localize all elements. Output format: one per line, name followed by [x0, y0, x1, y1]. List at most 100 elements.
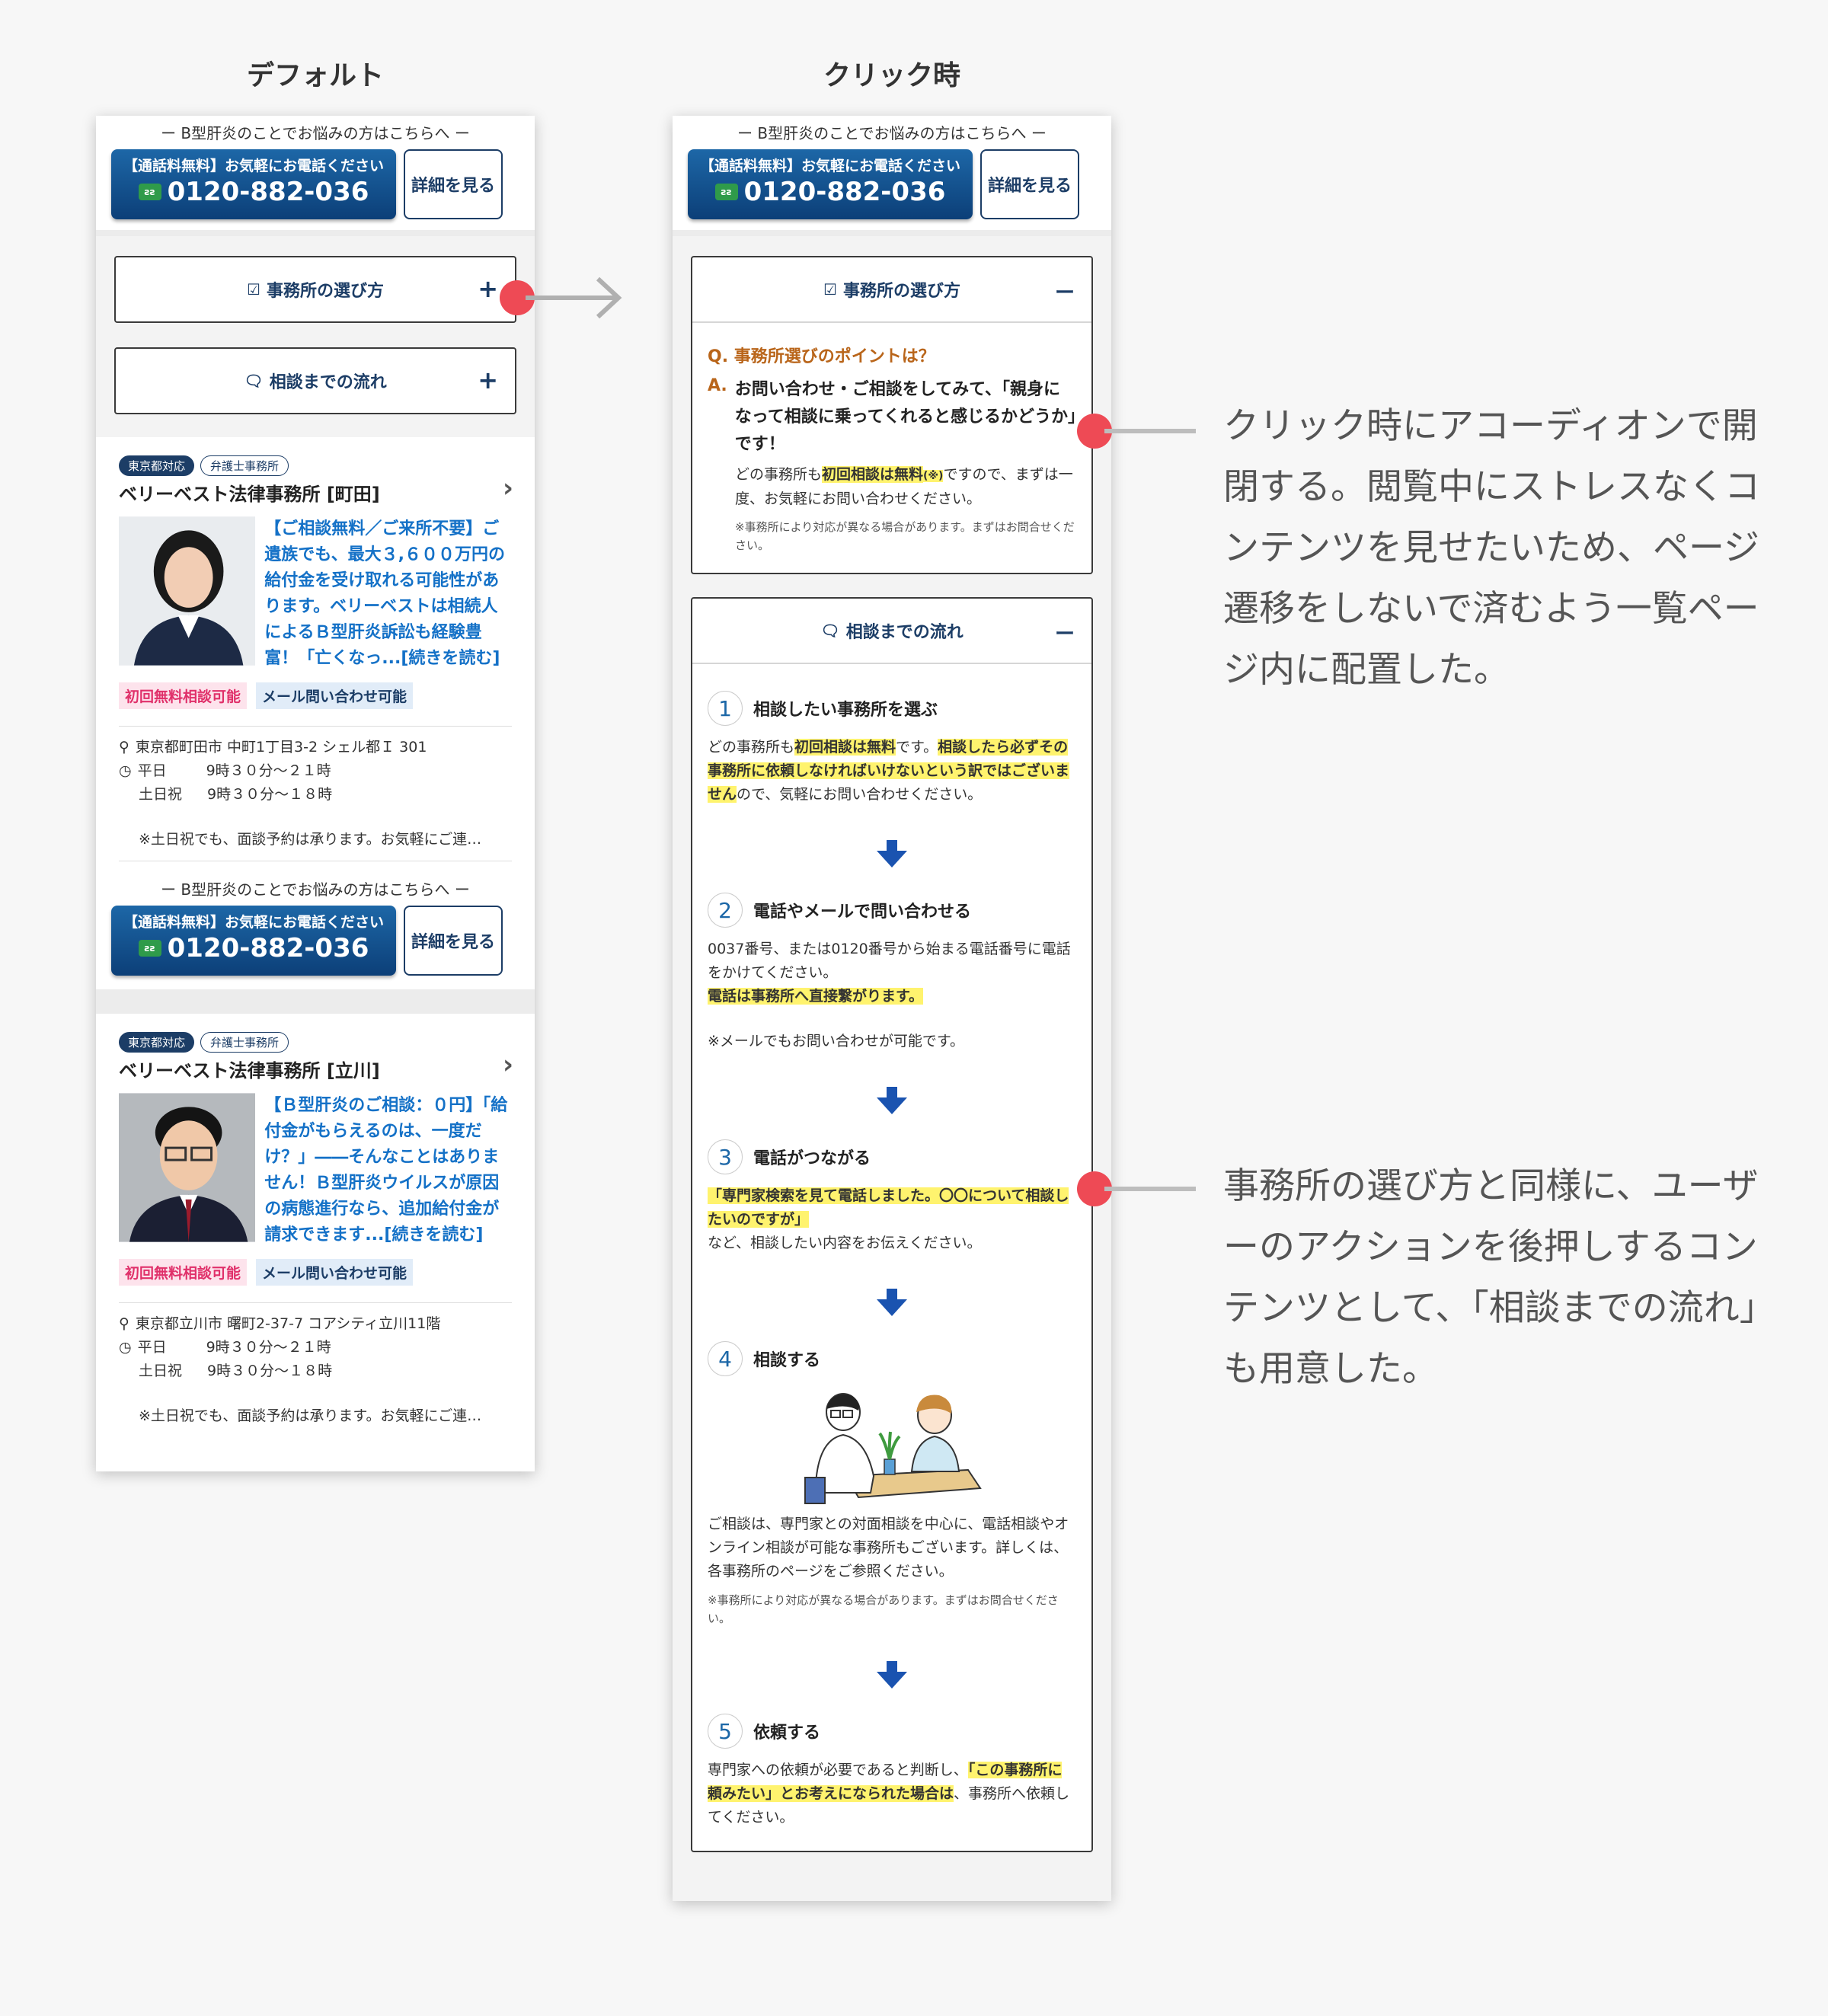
phone-number: 0120-882-036 — [167, 933, 369, 963]
hours-label: 平日 — [137, 762, 167, 779]
step-title: 相談する — [753, 1351, 821, 1370]
call-button[interactable]: 【通話料無料】お気軽にお電話ください ƨƨ 0120-882-036 — [688, 149, 973, 219]
phone-clicked: ー B型肝炎のことでお悩みの方はこちらへ ー 【通話料無料】お気軽にお電話くださ… — [673, 116, 1111, 1901]
tel-caption: ー B型肝炎のことでお悩みの方はこちらへ ー — [161, 880, 470, 899]
step-number: 1 — [708, 691, 743, 726]
step-note: ※メールでもお問い合わせが可能です。 — [708, 1033, 965, 1050]
a-label: A. — [708, 376, 727, 395]
hours-note: ※土日祝でも、面談予約は承ります。お気軽にご連… — [139, 831, 482, 848]
lawyer-photo — [119, 516, 256, 666]
step-4: 4 相談する ご相談は、専門家との対面相談を中心に、電話相談やオンライン相談が可… — [708, 1339, 1076, 1628]
free-call-label: 【通話料無料】お気軽にお電話ください — [699, 158, 960, 174]
note-mark: (※) — [923, 470, 944, 482]
accordion-title: 事務所の選び方 — [842, 282, 960, 301]
chat-icon: 🗨 — [244, 372, 264, 390]
hours-value: 9時３０分～２１時 — [206, 762, 331, 779]
q-label: Q. — [708, 347, 729, 366]
checkbox-icon: ☑ — [823, 280, 837, 299]
accordion-title: 相談までの流れ — [269, 373, 387, 392]
tag-mail: メール問い合わせ可能 — [256, 1259, 414, 1286]
office-name[interactable]: ベリーベスト法律事務所 [立川] — [119, 1060, 380, 1081]
hours-label: 土日祝 — [139, 786, 183, 803]
accordion-area: ☑ 事務所の選び方ー Q. 事務所選びのポイントは？ A. お問い合わせ・ご相談をし… — [673, 236, 1111, 1901]
minus-icon[interactable]: ー — [1055, 277, 1075, 305]
office-name[interactable]: ベリーベスト法律事務所 [町田] — [119, 484, 380, 505]
hours-value: 9時３０分～１８時 — [207, 1363, 333, 1379]
highlight-text: 初回相談は無料 — [822, 466, 924, 483]
accordion-choose[interactable]: ☑ 事務所の選び方 + — [114, 256, 516, 323]
phone-default: ー B型肝炎のことでお悩みの方はこちらへ ー 【通話料無料】お気軽にお電話くださ… — [96, 116, 535, 1471]
default-state-title: デフォルト — [246, 60, 384, 91]
step-number: 3 — [708, 1139, 743, 1174]
pin-icon: ⚲ — [119, 1315, 129, 1332]
chevron-right-icon[interactable]: › — [503, 1050, 513, 1080]
freedial-icon: ƨƨ — [714, 184, 738, 200]
step-text: 専門家への依頼が必要であると判断し、 — [708, 1762, 968, 1778]
hours-note: ※土日祝でも、面談予約は承ります。お気軽にご連… — [139, 1407, 482, 1424]
annotation-line — [1104, 1187, 1196, 1191]
type-badge: 弁護士事務所 — [200, 1032, 289, 1053]
down-arrow-icon — [877, 1289, 907, 1316]
tel-caption: ー B型肝炎のことでお悩みの方はこちらへ ー — [737, 124, 1047, 142]
answer-text: どの事務所も — [735, 466, 823, 483]
region-badge: 東京都対応 — [119, 455, 195, 476]
step-text: ご相談は、専門家との対面相談を中心に、電話相談やオンライン相談が可能な事務所もご… — [708, 1516, 1069, 1580]
step-title: 相談したい事務所を選ぶ — [753, 701, 938, 720]
detail-button[interactable]: 詳細を見る — [404, 906, 503, 976]
office-catchcopy[interactable]: 【Ｂ型肝炎のご相談：０円】「給付金がもらえるのは、一度だけ？」――そんなことはあ… — [264, 1093, 512, 1248]
down-arrow-icon — [877, 840, 907, 867]
tel-caption: ー B型肝炎のことでお悩みの方はこちらへ ー — [161, 124, 470, 142]
freedial-icon: ƨƨ — [138, 940, 161, 957]
step-text: です。 — [896, 739, 938, 756]
accordion-flow[interactable]: 🗨 相談までの流れ ー 1 相談したい事務所を選ぶ どの事務所も初回相談は無料です。相… — [691, 597, 1093, 1852]
step-number: 5 — [708, 1714, 743, 1749]
hours-label: 平日 — [137, 1339, 167, 1356]
highlight-text: 初回相談は無料 — [794, 739, 896, 756]
annotation-line — [1104, 429, 1196, 433]
accordion-area: ☑ 事務所の選び方 + 🗨 相談までの流れ + — [96, 236, 535, 437]
highlight-text: 電話は事務所へ直接繋がります。 — [708, 988, 924, 1005]
step-note: ※事務所により対応が異なる場合があります。まずはお問合せください。 — [708, 1593, 1059, 1625]
accordion-choose[interactable]: ☑ 事務所の選び方 ー Q. 事務所選びのポイントは？ A. お問い合わせ・ご相談をし… — [691, 256, 1093, 574]
call-button[interactable]: 【通話料無料】お気軽にお電話ください ƨƨ 0120-882-036 — [111, 906, 396, 976]
phone-number: 0120-882-036 — [743, 177, 946, 207]
phone-number: 0120-882-036 — [167, 177, 369, 207]
detail-button[interactable]: 詳細を見る — [980, 149, 1079, 219]
step-text: どの事務所も — [708, 739, 795, 756]
step-title: 電話やメールで問い合わせる — [753, 903, 972, 922]
step-3: 3 電話がつながる 「専門家検索を見て電話しました。〇〇について相談したいのですが… — [708, 1137, 1076, 1255]
step-1: 1 相談したい事務所を選ぶ どの事務所も初回相談は無料です。相談したら必ずその事務… — [708, 689, 1076, 807]
tel-banner: ー B型肝炎のことでお悩みの方はこちらへ ー 【通話料無料】お気軽にお電話くださ… — [673, 116, 1111, 236]
step-text: 0037番号、または0120番号から始まる電話番号に電話をかけてください。 — [708, 941, 1071, 981]
accordion-title: 相談までの流れ — [845, 623, 964, 642]
annotation-text: 事務所の選び方と同様に、ユーザーのアクションを後押しするコンテンツとして、「相談… — [1223, 1165, 1759, 1390]
question: 事務所選びのポイントは？ — [733, 347, 935, 366]
region-badge: 東京都対応 — [119, 1032, 195, 1053]
office-card[interactable]: 東京都対応 弁護士事務所 ベリーベスト法律事務所 [立川] › 【Ｂ型肝炎のご相談：… — [96, 1014, 535, 1428]
plus-icon[interactable]: + — [478, 366, 498, 395]
office-catchcopy[interactable]: 【ご相談無料／ご来所不要】ご遺族でも、最大３,６００万円の給付金を受け取れる可能… — [264, 516, 512, 672]
office-address: 東京都町田市 中町1丁目3-2 シェル都Ｉ 301 — [135, 739, 427, 756]
clicked-state-title: クリック時 — [823, 60, 960, 91]
detail-button[interactable]: 詳細を見る — [404, 149, 503, 219]
down-arrow-icon — [877, 1661, 907, 1689]
step-2: 2 電話やメールで問い合わせる 0037番号、または0120番号から始まる電話番号… — [708, 890, 1076, 1053]
free-call-label: 【通話料無料】お気軽にお電話ください — [123, 914, 384, 931]
plus-icon[interactable]: + — [478, 274, 498, 303]
highlight-text: 「専門家検索を見て電話しました。〇〇について相談したいのですが」 — [708, 1187, 1069, 1228]
accordion-flow[interactable]: 🗨 相談までの流れ + — [114, 347, 516, 414]
hours-label: 土日祝 — [139, 1363, 183, 1379]
office-card[interactable]: 東京都対応 弁護士事務所 ベリーベスト法律事務所 [町田] › 【ご相談無料／ご来所… — [96, 437, 535, 869]
hours-value: 9時３０分～２１時 — [206, 1339, 331, 1356]
call-button[interactable]: 【通話料無料】お気軽にお電話ください ƨƨ 0120-882-036 — [111, 149, 396, 219]
chat-icon: 🗨 — [820, 621, 840, 640]
clock-icon: ◷ — [119, 1339, 132, 1356]
step-text: など、相談したい内容をお伝えください。 — [708, 1235, 982, 1251]
down-arrow-icon — [877, 1087, 907, 1114]
qa-note: ※事務所により対応が異なる場合があります。まずはお問合せください。 — [735, 520, 1075, 552]
chevron-right-icon[interactable]: › — [503, 473, 513, 503]
tag-mail: メール問い合わせ可能 — [256, 682, 414, 709]
tag-free-consult: 初回無料相談可能 — [119, 682, 248, 709]
consultation-illustration — [804, 1393, 982, 1504]
minus-icon[interactable]: ー — [1055, 618, 1075, 647]
